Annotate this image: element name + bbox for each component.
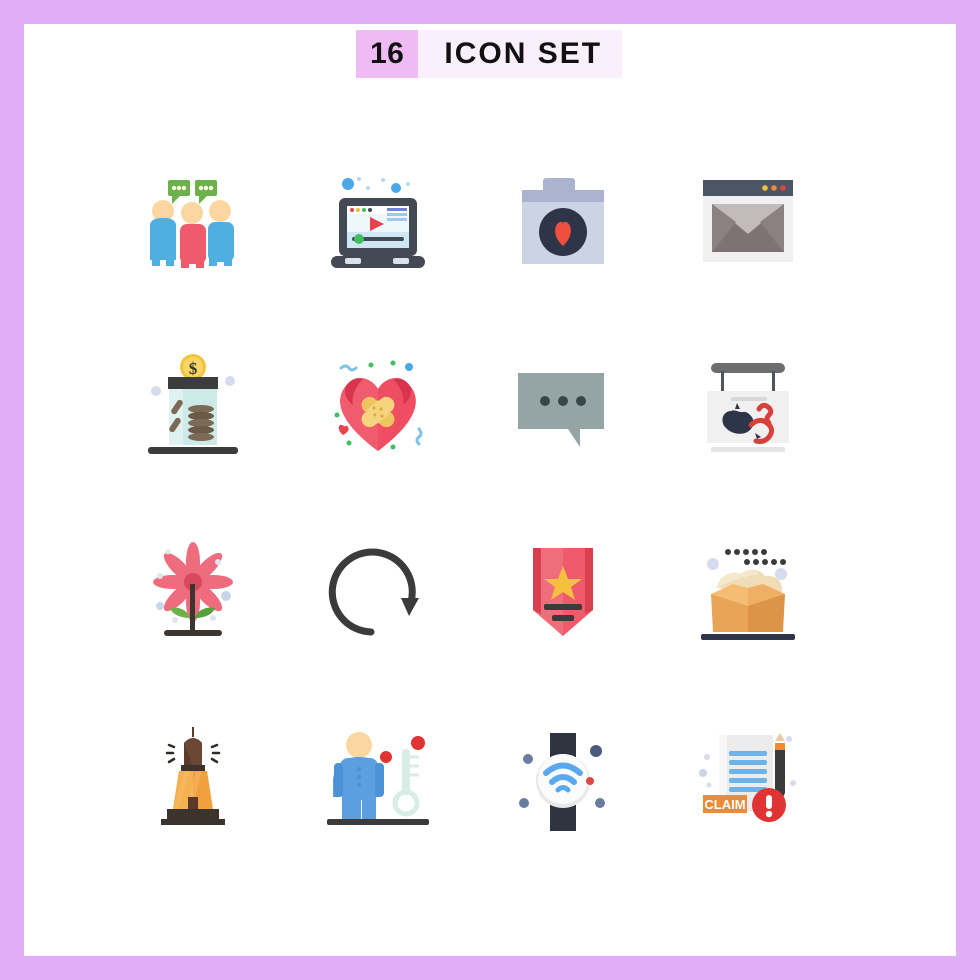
icon-cell-13[interactable] [100, 683, 285, 868]
claim-document-icon: CLAIM [698, 732, 796, 822]
camera-favorite-icon [521, 177, 604, 264]
icon-cell-5[interactable]: $ [100, 313, 285, 498]
svg-text:CLAIM: CLAIM [704, 797, 745, 812]
money-jar-icon: $ [147, 353, 238, 454]
icon-cell-15[interactable] [470, 683, 655, 868]
rank-badge-star-icon [532, 547, 593, 636]
icon-cell-8[interactable] [655, 313, 840, 498]
icon-cell-4[interactable] [655, 128, 840, 313]
icon-set-canvas: 16 ICON SET $ CLAIM [24, 24, 956, 956]
icon-cell-6[interactable] [285, 313, 470, 498]
page-title: ICON SET [418, 30, 623, 78]
sick-person-fever-icon [326, 731, 429, 825]
browser-email-icon [702, 179, 793, 262]
flower-plant-icon [152, 541, 233, 636]
icon-cell-11[interactable] [470, 498, 655, 683]
header-banner: 16 ICON SET [356, 30, 623, 78]
smartwatch-wifi-icon [518, 732, 605, 831]
refresh-arrow-icon [328, 548, 419, 635]
icon-cell-10[interactable] [285, 498, 470, 683]
icon-cell-12[interactable] [655, 498, 840, 683]
laptop-video-player-icon [330, 176, 425, 268]
icon-cell-1[interactable] [100, 128, 285, 313]
svg-text:$: $ [188, 359, 197, 378]
group-discussion-icon [149, 179, 234, 268]
australia-map-sign-icon [706, 362, 789, 452]
icon-cell-2[interactable] [285, 128, 470, 313]
heart-bandage-icon [334, 360, 422, 451]
icon-cell-14[interactable] [285, 683, 470, 868]
icon-cell-16[interactable]: CLAIM [655, 683, 840, 868]
open-box-icon [700, 548, 795, 640]
icon-cell-7[interactable] [470, 313, 655, 498]
icon-cell-9[interactable] [100, 498, 285, 683]
icon-cell-3[interactable] [470, 128, 655, 313]
chat-bubble-dots-icon [517, 372, 604, 447]
icon-count-badge: 16 [356, 30, 419, 78]
lighthouse-icon [160, 726, 225, 825]
icon-grid: $ CLAIM [100, 128, 900, 868]
